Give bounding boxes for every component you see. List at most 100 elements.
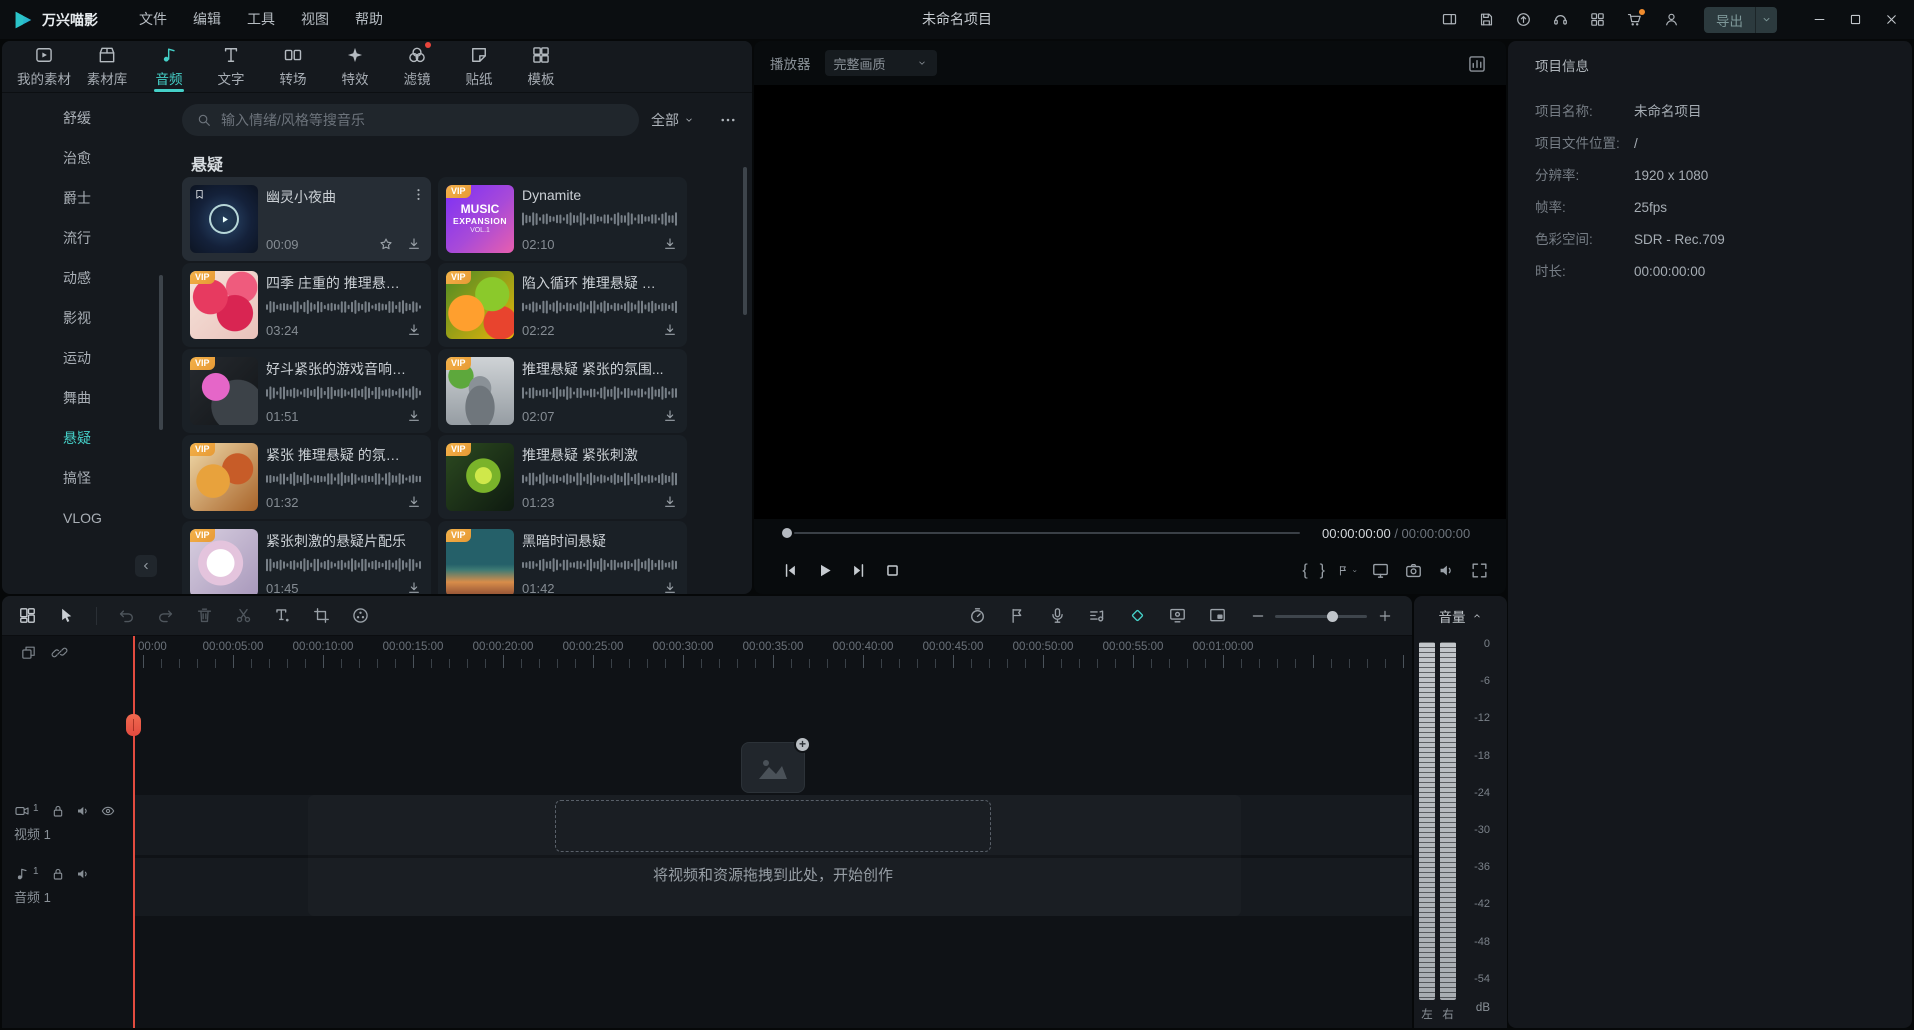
mic-button[interactable] [1048,606,1067,625]
music-card[interactable]: VIP陷入循环 推理悬疑 影...02:22 [438,263,687,347]
trash-button[interactable] [195,606,214,625]
keyframe-button[interactable] [1128,606,1147,625]
play-button[interactable] [814,560,835,581]
download-button[interactable] [405,407,423,425]
track-eye-button[interactable] [100,803,116,819]
undo-button[interactable] [117,606,136,625]
render-button[interactable] [968,606,987,625]
track-speaker-button[interactable] [75,866,91,882]
tab-music[interactable]: 音频 [138,41,200,92]
channel-label[interactable]: 右 [1440,1006,1456,1022]
volume-panel-toggle[interactable]: 音量 [1414,596,1507,636]
display-button[interactable] [1370,560,1391,581]
fullscreen-button[interactable] [1469,560,1490,581]
category-item[interactable]: VLOG [2,498,167,538]
music-card[interactable]: MUSICEXPANSIONVOL.1VIPDynamite02:10 [438,177,687,261]
topbar-support-button[interactable] [1548,8,1572,32]
ruler-label[interactable]: 00:00:10:00 [293,641,354,653]
add-media-icon[interactable]: + [741,742,805,793]
out-point-button[interactable]: } [1320,560,1325,581]
tab-filter[interactable]: 滤镜 [386,41,448,92]
redo-button[interactable] [156,606,175,625]
ruler-label[interactable]: 00:00:45:00 [923,641,984,653]
music-card[interactable]: VIP黑暗时间悬疑01:42 [438,521,687,594]
prev-frame-button[interactable] [780,560,801,581]
scopes-button[interactable] [1466,53,1488,75]
meter-scale-value[interactable]: -6 [1462,675,1490,687]
info-row[interactable]: 时长:00:00:00:00 [1535,263,1912,281]
track-lock-button[interactable] [50,866,66,882]
playhead-line[interactable] [133,636,135,1028]
category-item[interactable]: 动感 [2,258,167,298]
download-button[interactable] [405,321,423,339]
layers-button[interactable] [20,644,37,661]
marker-button[interactable] [1337,560,1358,581]
tab-transition[interactable]: 转场 [262,41,324,92]
download-button[interactable] [405,235,423,253]
topbar-cart-button[interactable] [1622,8,1646,32]
music-card[interactable]: VIP紧张 推理悬疑 的氛围...01:32 [182,435,431,519]
text-tool-button[interactable] [273,606,292,625]
dropzone[interactable] [555,800,991,852]
meter-scale-value[interactable]: -18 [1462,750,1490,762]
seek-track[interactable] [794,532,1300,534]
seek-bar[interactable]: 00:00:00:00 / 00:00:00:00 [754,519,1506,547]
category-item[interactable]: 治愈 [2,138,167,178]
more-filters-button[interactable] [715,107,741,133]
ruler-label[interactable]: 00:00:30:00 [653,641,714,653]
collapse-panel-button[interactable] [135,555,157,577]
info-row[interactable]: 项目名称:未命名项目 [1535,103,1912,121]
category-item[interactable]: 流行 [2,218,167,258]
track-lock-button[interactable] [50,803,66,819]
download-button[interactable] [405,493,423,511]
download-button[interactable] [661,579,679,594]
tab-text[interactable]: 文字 [200,41,262,92]
category-item[interactable]: 运动 [2,338,167,378]
crop-button[interactable] [312,606,331,625]
tab-effects[interactable]: 特效 [324,41,386,92]
meter-scale-value[interactable]: -24 [1462,787,1490,799]
screen-record-button[interactable] [1168,606,1187,625]
search-box[interactable] [182,104,639,136]
music-card[interactable]: VIP四季 庄重的 推理悬疑 ...03:24 [182,263,431,347]
window-close-button[interactable] [1876,5,1906,35]
tab-media[interactable]: 我的素材 [12,41,76,92]
zoom-in-button[interactable] [1375,606,1394,625]
meter-scale-value[interactable]: 0 [1462,638,1490,650]
search-input[interactable] [221,112,625,128]
music-card[interactable]: 幽灵小夜曲00:09 [182,177,431,261]
ruler-label[interactable]: 00:00 [138,641,167,653]
ruler-label[interactable]: 00:00:15:00 [383,641,444,653]
category-item[interactable]: 影视 [2,298,167,338]
window-min-button[interactable] [1804,5,1834,35]
category-active[interactable]: 悬疑 [2,418,167,458]
download-button[interactable] [661,493,679,511]
stop-button[interactable] [882,560,903,581]
info-row[interactable]: 项目文件位置:/ [1535,135,1912,153]
favorite-button[interactable] [377,235,395,253]
category-scrollbar[interactable] [159,275,163,430]
ruler-label[interactable]: 00:00:40:00 [833,641,894,653]
play-overlay-button[interactable] [209,204,239,234]
more-options-button[interactable] [409,185,427,203]
export-button[interactable]: 导出 [1704,7,1777,33]
zoom-slider[interactable] [1275,610,1367,622]
window-max-button[interactable] [1840,5,1870,35]
in-point-button[interactable]: { [1302,560,1307,581]
playhead-handle[interactable] [126,714,141,736]
ruler-label[interactable]: 00:00:25:00 [563,641,624,653]
color-wheel-button[interactable] [351,606,370,625]
meter-scale-value[interactable]: -54 [1462,973,1490,985]
meter-scale-value[interactable]: -30 [1462,824,1490,836]
speaker-button[interactable] [1436,560,1457,581]
meter-scale-value[interactable]: -12 [1462,712,1490,724]
ruler-label[interactable]: 00:01:00:00 [1193,641,1254,653]
ruler-label[interactable]: 00:00:20:00 [473,641,534,653]
cursor-button[interactable] [57,606,76,625]
audio-track-button[interactable] [1088,606,1107,625]
meter-scale-value[interactable]: -48 [1462,936,1490,948]
media-board-button[interactable] [18,606,37,625]
topbar-user-button[interactable] [1659,8,1683,32]
snapshot-button[interactable] [1403,560,1424,581]
ruler-label[interactable]: 00:00:50:00 [1013,641,1074,653]
